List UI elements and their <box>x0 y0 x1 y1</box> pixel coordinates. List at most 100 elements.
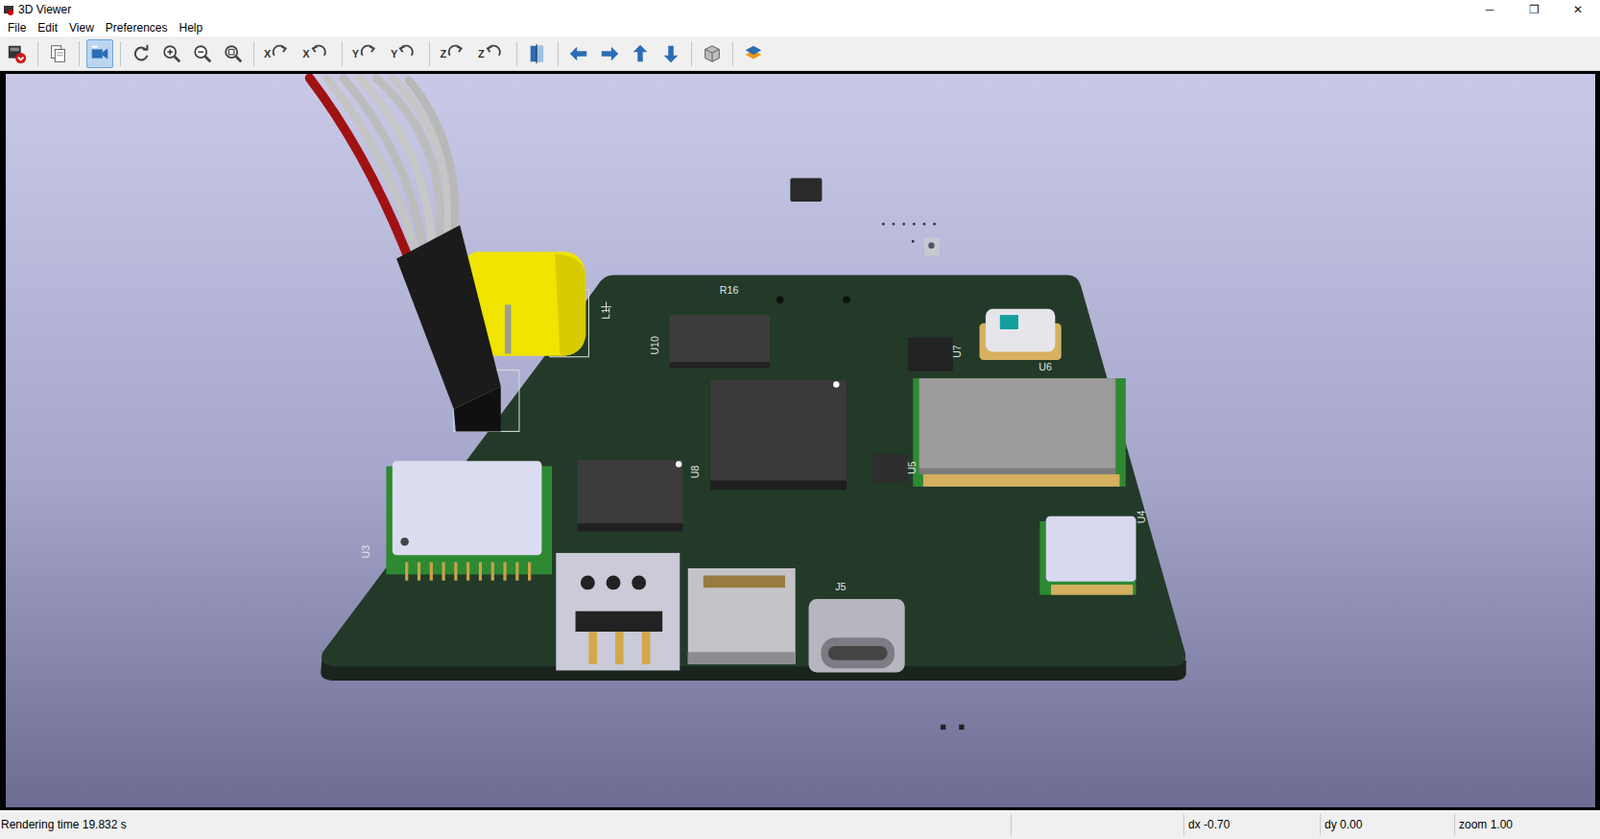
menu-item[interactable]: View <box>63 20 100 36</box>
right-button[interactable] <box>596 39 623 69</box>
up-button[interactable] <box>626 39 654 69</box>
rotate-ccw-icon <box>398 43 420 65</box>
ortho-button[interactable] <box>698 39 726 69</box>
silkscreen-label: U8 <box>689 465 701 479</box>
window-title: 3D Viewer <box>14 2 72 17</box>
minimize-button[interactable]: ─ <box>1467 0 1512 20</box>
status-empty-field <box>1010 813 1184 836</box>
silkscreen-label: R16 <box>719 284 740 296</box>
copy-icon <box>47 43 70 65</box>
toolbar: XXYYZZ <box>0 36 1600 72</box>
silkscreen-label: U6 <box>1038 360 1052 373</box>
rotate-cw-icon <box>447 43 469 65</box>
toolbar-separator <box>78 41 80 67</box>
left-icon <box>568 43 590 65</box>
toolbar-separator <box>253 41 255 67</box>
canvas-frame: U10 U8 U3 U7 U6 U5 J5 L1 R16 U4 <box>0 71 1600 811</box>
down-icon <box>660 43 682 65</box>
restore-button[interactable]: ❐ <box>1511 0 1556 20</box>
save-icon <box>6 43 28 65</box>
reload-icon <box>130 43 152 65</box>
rotate-cw-button[interactable]: Z <box>436 39 472 69</box>
down-button[interactable] <box>657 39 685 69</box>
menu-item[interactable]: Edit <box>31 20 64 36</box>
silkscreen-label: U3 <box>359 545 372 559</box>
silkscreen-label: U10 <box>648 335 661 356</box>
rotate-ccw-icon <box>485 43 507 65</box>
status-bar: Rendering time 19.832 s dx -0.70 dy 0.00… <box>0 810 1600 839</box>
axis-label: Z <box>477 47 485 60</box>
reload-button[interactable] <box>127 39 155 69</box>
chip-u8 <box>577 459 684 526</box>
viewer-window: 3D Viewer ─❐✕ FileEditViewPreferencesHel… <box>0 0 1600 839</box>
pcb-3d-view[interactable]: U10 U8 U3 U7 U6 U5 J5 L1 R16 U4 <box>5 73 1596 808</box>
window-controls: ─❐✕ <box>1467 0 1600 20</box>
status-message: Rendering time 19.832 s <box>0 813 1011 836</box>
toolbar-separator <box>516 41 518 67</box>
floating-chip <box>789 178 822 202</box>
axis-label: Y <box>352 47 359 60</box>
microsd-slot <box>688 568 796 665</box>
flip-icon <box>526 43 549 65</box>
flip-button[interactable] <box>524 39 551 69</box>
silkscreen-label: U5 <box>906 460 918 475</box>
silkscreen-label: L1 <box>599 307 612 319</box>
toolbar-separator <box>691 41 693 67</box>
chip-main <box>710 380 847 482</box>
menu-item[interactable]: Help <box>173 20 210 36</box>
usb-c-connector <box>809 598 906 673</box>
zoom-fit-button[interactable] <box>219 39 247 69</box>
floating-dots-bottom <box>940 724 965 730</box>
rotate-ccw-button[interactable]: X <box>299 39 335 69</box>
module-right <box>912 378 1126 487</box>
right-icon <box>598 43 621 65</box>
rotate-cw-icon <box>271 43 293 65</box>
sim-slot <box>555 552 680 670</box>
save-button[interactable] <box>3 39 31 69</box>
rotate-ccw-button[interactable]: Y <box>387 39 423 69</box>
status-zoom: zoom 1.00 <box>1454 813 1600 836</box>
zoom-in-button[interactable] <box>158 39 186 69</box>
close-button[interactable]: ✕ <box>1555 0 1600 20</box>
chip-u7 <box>907 337 954 372</box>
ortho-icon <box>701 43 723 65</box>
axis-label: X <box>302 47 310 60</box>
floating-button <box>924 237 940 256</box>
layers-button[interactable] <box>740 39 767 69</box>
menu-item[interactable]: Preferences <box>99 20 174 36</box>
status-dx: dx -0.70 <box>1183 813 1320 836</box>
toolbar-separator <box>119 41 121 67</box>
zoom-fit-icon <box>222 43 244 65</box>
rotate-cw-button[interactable]: X <box>261 39 296 69</box>
rotate-cw-button[interactable]: Y <box>349 39 384 69</box>
axis-label: X <box>263 47 271 60</box>
ribbon-cable <box>309 77 455 254</box>
toolbar-separator <box>341 41 343 67</box>
status-dy: dy 0.00 <box>1319 813 1455 836</box>
silkscreen-label: J5 <box>835 580 846 593</box>
silkscreen-label: U4 <box>1135 510 1147 525</box>
up-icon <box>629 43 651 65</box>
connector-housing <box>396 224 502 409</box>
layers-icon <box>742 43 765 65</box>
axis-label: Z <box>439 47 447 60</box>
toolbar-separator <box>557 41 559 67</box>
menu-bar: FileEditViewPreferencesHelp <box>0 19 1600 37</box>
chip-u10 <box>669 314 770 364</box>
zoom-in-icon <box>161 43 183 65</box>
app-icon <box>2 3 15 16</box>
render-button[interactable] <box>86 39 114 69</box>
3d-canvas[interactable]: U10 U8 U3 U7 U6 U5 J5 L1 R16 U4 <box>5 73 1596 808</box>
toolbar-separator <box>37 41 39 67</box>
left-button[interactable] <box>565 39 593 69</box>
rotate-ccw-icon <box>310 43 333 65</box>
toolbar-separator <box>429 41 430 67</box>
rotate-ccw-button[interactable]: Z <box>475 39 510 69</box>
silkscreen-label: U7 <box>951 344 963 359</box>
menu-item[interactable]: File <box>1 20 32 36</box>
chip-u5 <box>873 453 908 483</box>
zoom-out-button[interactable] <box>189 39 216 69</box>
toolbar-separator <box>732 41 734 67</box>
zoom-out-icon <box>191 43 214 65</box>
copy-button[interactable] <box>45 39 72 69</box>
